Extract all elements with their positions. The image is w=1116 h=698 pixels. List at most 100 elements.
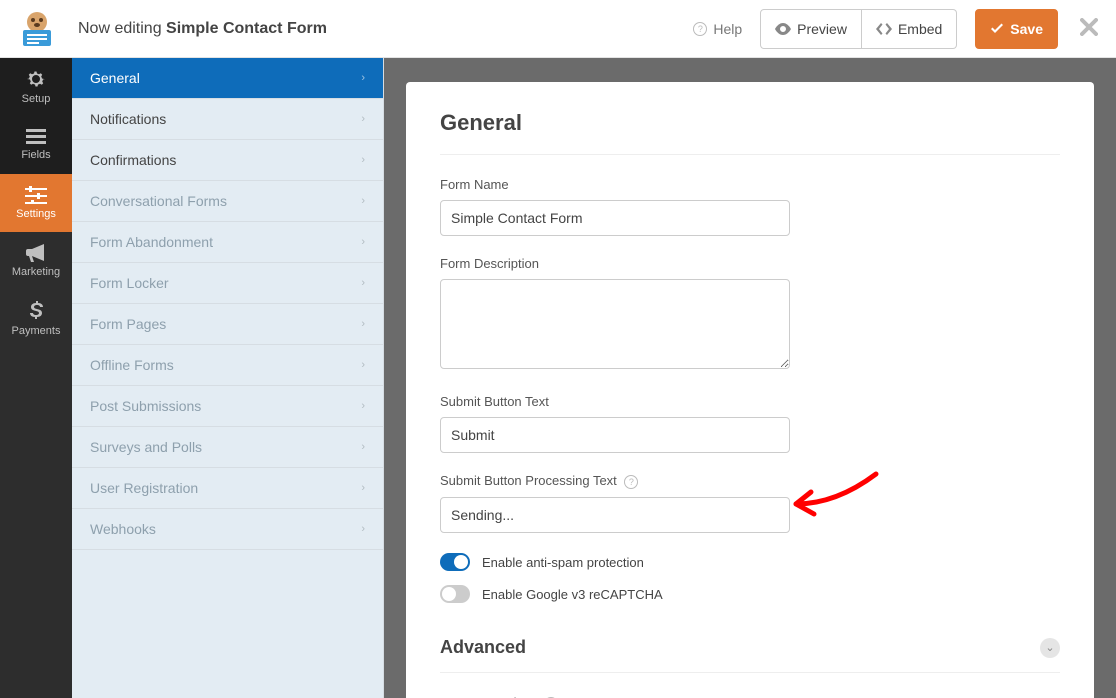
chevron-down-icon: ⌄: [1040, 638, 1060, 658]
vmenu-payments[interactable]: Payments: [0, 290, 72, 348]
form-description-label: Form Description: [440, 256, 790, 271]
help-icon: ?: [693, 22, 707, 36]
chevron-right-icon: ›: [361, 72, 365, 84]
sidebar-item-conversational-forms[interactable]: Conversational Forms ›: [72, 181, 383, 222]
sliders-icon: [25, 186, 47, 204]
toggle-row-antispam: Enable anti-spam protection: [440, 553, 1060, 571]
sidebar-item-label: Confirmations: [90, 152, 176, 168]
now-editing-label: Now editing Simple Contact Form: [78, 20, 327, 38]
field-form-description: Form Description: [440, 256, 790, 374]
settings-panel: General Form Name Form Description Submi…: [406, 82, 1094, 698]
sidebar-item-label: Form Abandonment: [90, 234, 213, 250]
embed-label: Embed: [898, 21, 942, 37]
vmenu-fields[interactable]: Fields: [0, 116, 72, 174]
annotation-arrow: [776, 464, 886, 524]
top-bar: Now editing Simple Contact Form ? Help P…: [0, 0, 1116, 58]
help-icon[interactable]: ?: [624, 475, 638, 489]
chevron-right-icon: ›: [361, 359, 365, 371]
vmenu-settings[interactable]: Settings: [0, 174, 72, 232]
save-label: Save: [1010, 21, 1043, 37]
chevron-right-icon: ›: [361, 113, 365, 125]
chevron-right-icon: ›: [361, 482, 365, 494]
wpforms-logo-icon: [15, 10, 59, 48]
sidebar-item-form-locker[interactable]: Form Locker ›: [72, 263, 383, 304]
sidebar-item-confirmations[interactable]: Confirmations ›: [72, 140, 383, 181]
recaptcha-label: Enable Google v3 reCAPTCHA: [482, 587, 663, 602]
sidebar-item-form-pages[interactable]: Form Pages ›: [72, 304, 383, 345]
recaptcha-toggle[interactable]: [440, 585, 470, 603]
vmenu-fields-label: Fields: [21, 149, 50, 161]
now-editing-form-name: Simple Contact Form: [166, 20, 327, 37]
vmenu-marketing[interactable]: Marketing: [0, 232, 72, 290]
form-name-label: Form Name: [440, 177, 790, 192]
save-button[interactable]: Save: [975, 9, 1058, 49]
sidebar-item-label: Notifications: [90, 111, 166, 127]
close-button[interactable]: [1080, 16, 1098, 42]
settings-sidebar: General › Notifications › Confirmations …: [72, 58, 384, 698]
help-link[interactable]: ? Help: [689, 21, 742, 37]
field-submit-button-text: Submit Button Text: [440, 394, 790, 453]
advanced-section-toggle[interactable]: Advanced ⌄: [440, 617, 1060, 673]
chevron-right-icon: ›: [361, 523, 365, 535]
code-icon: [876, 23, 892, 35]
vmenu-settings-label: Settings: [16, 208, 56, 220]
chevron-right-icon: ›: [361, 441, 365, 453]
antispam-label: Enable anti-spam protection: [482, 555, 644, 570]
toggle-row-recaptcha: Enable Google v3 reCAPTCHA: [440, 585, 1060, 603]
submit-button-text-input[interactable]: [440, 417, 790, 453]
chevron-right-icon: ›: [361, 236, 365, 248]
submit-processing-text-label: Submit Button Processing Text ?: [440, 473, 790, 489]
sidebar-item-label: Form Pages: [90, 316, 166, 332]
sidebar-item-label: Conversational Forms: [90, 193, 227, 209]
embed-button[interactable]: Embed: [862, 9, 957, 49]
sidebar-item-surveys-polls[interactable]: Surveys and Polls ›: [72, 427, 383, 468]
sidebar-item-offline-forms[interactable]: Offline Forms ›: [72, 345, 383, 386]
bullhorn-icon: [26, 244, 46, 262]
list-icon: [26, 129, 46, 145]
sidebar-item-label: Post Submissions: [90, 398, 201, 414]
preview-label: Preview: [797, 21, 847, 37]
submit-processing-text-input[interactable]: [440, 497, 790, 533]
sidebar-item-label: Offline Forms: [90, 357, 174, 373]
chevron-right-icon: ›: [361, 195, 365, 207]
sidebar-item-notifications[interactable]: Notifications ›: [72, 99, 383, 140]
preview-embed-group: Preview Embed: [760, 9, 957, 49]
check-icon: [990, 22, 1004, 36]
advanced-heading: Advanced: [440, 637, 526, 658]
sidebar-item-post-submissions[interactable]: Post Submissions ›: [72, 386, 383, 427]
vertical-menu: Setup Fields Settings Marketing Payments: [0, 58, 72, 698]
help-label: Help: [713, 21, 742, 37]
sidebar-item-label: User Registration: [90, 480, 198, 496]
chevron-right-icon: ›: [361, 318, 365, 330]
preview-button[interactable]: Preview: [760, 9, 862, 49]
app-logo: [12, 8, 62, 50]
sidebar-item-label: Webhooks: [90, 521, 156, 537]
sidebar-item-label: Surveys and Polls: [90, 439, 202, 455]
sidebar-item-general[interactable]: General ›: [72, 58, 383, 99]
sidebar-item-label: Form Locker: [90, 275, 169, 291]
sidebar-item-form-abandonment[interactable]: Form Abandonment ›: [72, 222, 383, 263]
vmenu-payments-label: Payments: [12, 325, 61, 337]
field-submit-processing-text: Submit Button Processing Text ?: [440, 473, 790, 533]
chevron-right-icon: ›: [361, 277, 365, 289]
sidebar-item-user-registration[interactable]: User Registration ›: [72, 468, 383, 509]
field-form-name: Form Name: [440, 177, 790, 236]
gear-icon: [26, 69, 46, 89]
eye-icon: [775, 23, 791, 35]
panel-heading-general: General: [440, 110, 1060, 155]
chevron-right-icon: ›: [361, 400, 365, 412]
form-description-textarea[interactable]: [440, 279, 790, 369]
form-name-input[interactable]: [440, 200, 790, 236]
dollar-icon: [29, 301, 43, 321]
close-icon: [1080, 18, 1098, 36]
submit-button-text-label: Submit Button Text: [440, 394, 790, 409]
vmenu-setup[interactable]: Setup: [0, 58, 72, 116]
workspace: General Form Name Form Description Submi…: [384, 58, 1116, 698]
vmenu-setup-label: Setup: [22, 93, 51, 105]
chevron-right-icon: ›: [361, 154, 365, 166]
vmenu-marketing-label: Marketing: [12, 266, 60, 278]
antispam-toggle[interactable]: [440, 553, 470, 571]
now-editing-prefix: Now editing: [78, 20, 166, 37]
sidebar-item-webhooks[interactable]: Webhooks ›: [72, 509, 383, 550]
sidebar-item-label: General: [90, 70, 140, 86]
